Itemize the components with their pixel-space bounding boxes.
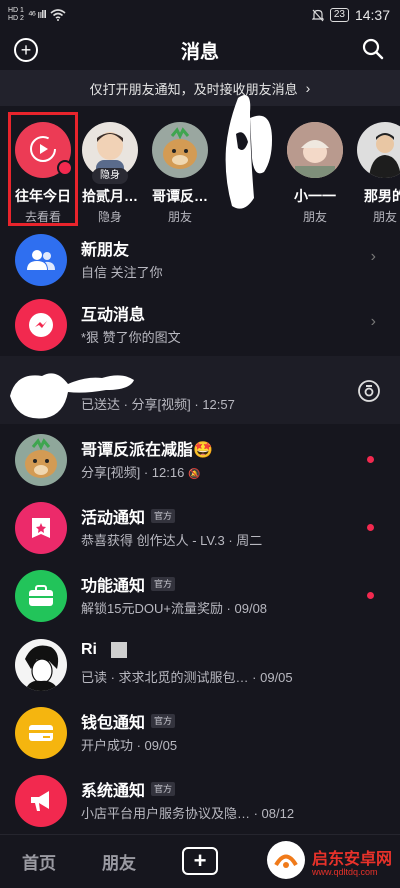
chevron-right-icon: › xyxy=(370,248,376,265)
plus-circle-icon[interactable]: + xyxy=(14,38,38,62)
row-title: Ri xyxy=(81,641,127,659)
megaphone-icon xyxy=(15,775,67,827)
story-sub: 朋友 xyxy=(167,210,192,224)
briefcase-icon xyxy=(15,570,67,622)
row-subtitle: 自信 关注了你 xyxy=(81,265,163,280)
sim1-label: HD 1 xyxy=(8,7,24,14)
battery-level: 23 xyxy=(329,8,349,22)
story-item-user[interactable]: 隐身 拾贰月… 隐身 xyxy=(74,116,146,226)
row-subtitle: *狠 赞了你的图文 xyxy=(81,330,181,345)
story-item-user[interactable]: 那男的 朋友 xyxy=(349,116,400,226)
watermark-brand: 启东安卓网 xyxy=(312,851,393,868)
avatar xyxy=(152,122,208,178)
star-badge-icon xyxy=(15,502,67,554)
row-subtitle: 分享[视频] · 12:16 🔕 xyxy=(81,465,201,480)
row-title: 活动通知 官方 xyxy=(81,504,176,528)
clock: 14:37 xyxy=(354,7,390,23)
list-item-new-friends[interactable]: 新朋友 自信 关注了你 › xyxy=(0,226,400,294)
sim2-label: HD 2 xyxy=(8,15,24,22)
row-title: 哥谭反派在减脂🤩 xyxy=(81,442,213,459)
unread-dot xyxy=(367,524,374,531)
official-badge: 官方 xyxy=(151,509,176,523)
row-title: 新朋友 xyxy=(81,242,130,259)
unread-dot xyxy=(367,592,374,599)
row-subtitle: 恭喜获得 创作达人 - LV.3 · 周二 xyxy=(81,533,263,548)
list-item-wallet-notice[interactable]: 钱包通知 官方 开户成功 · 09/05 xyxy=(0,699,400,767)
official-badge: 官方 xyxy=(151,577,176,591)
unread-dot xyxy=(367,456,374,463)
row-title: 互动消息 xyxy=(81,307,146,324)
avatar xyxy=(15,639,67,691)
wifi-icon xyxy=(50,9,66,21)
row-title: 钱包通知 官方 xyxy=(81,709,176,733)
row-subtitle: 已送达 · 分享[视频] · 12:57 xyxy=(81,397,235,412)
status-bar: HD 1 HD 2 ⁴⁶ ıılll 23 14:37 xyxy=(0,0,400,30)
row-subtitle: 小店平台用户服务协议及隐… · 08/12 xyxy=(81,806,295,821)
camera-icon[interactable] xyxy=(358,380,380,402)
page-title: 消息 xyxy=(180,41,219,63)
story-name: 拾贰月… xyxy=(82,188,138,204)
watermark-url: www.qdltdq.com xyxy=(312,867,378,877)
mute-bell-icon: 🔕 xyxy=(187,469,201,480)
list-item-interactions[interactable]: 互动消息 *狠 赞了你的图文 › xyxy=(0,291,400,359)
highlight-box xyxy=(8,112,78,226)
create-button[interactable]: + xyxy=(182,847,218,875)
status-right: 23 14:37 xyxy=(311,7,390,23)
redaction-scribble xyxy=(225,95,272,209)
top-bar: + 消息 xyxy=(0,30,400,70)
card-icon xyxy=(15,707,67,759)
tab-friends[interactable]: 朋友 xyxy=(102,849,136,874)
story-sub: 朋友 xyxy=(302,210,327,224)
row-subtitle: 已读 · 求求北觅的测试服包… · 09/05 xyxy=(81,670,293,685)
avatar xyxy=(357,122,400,178)
people-icon xyxy=(15,234,67,286)
search-icon[interactable] xyxy=(362,38,384,60)
official-badge: 官方 xyxy=(151,782,176,796)
chevron-right-icon: › xyxy=(370,313,376,330)
tab-home[interactable]: 首页 xyxy=(22,849,56,874)
row-subtitle: 解锁15元DOU+流量奖励 · 09/08 xyxy=(81,601,268,616)
official-badge: 官方 xyxy=(151,714,176,728)
story-sub: 隐身 xyxy=(97,210,122,224)
story-name: 哥谭反… xyxy=(152,188,208,204)
image-thumb-icon xyxy=(111,642,127,658)
bottom-tab-bar: 首页 朋友 + 启东安卓网 www.qdltdq.com xyxy=(0,834,400,888)
signal-icon: ⁴⁶ ıılll xyxy=(27,9,47,21)
row-subtitle: 开户成功 · 09/05 xyxy=(81,738,178,753)
list-item-activity-notice[interactable]: 活动通知 官方 恭喜获得 创作达人 - LV.3 · 周二 xyxy=(0,494,400,562)
row-title: 功能通知 官方 xyxy=(81,572,176,596)
mute-bell-icon xyxy=(311,9,324,21)
friend-notice-banner[interactable]: 仅打开朋友通知，及时接收朋友消息 › xyxy=(0,70,400,106)
list-item-system-notice[interactable]: 系统通知 官方 小店平台用户服务协议及隐… · 08/12 xyxy=(0,767,400,835)
story-item-user[interactable]: 哥谭反… 朋友 xyxy=(144,116,216,226)
story-sub: 朋友 xyxy=(372,210,397,224)
story-name: 那男的 xyxy=(364,188,400,204)
list-item-chat[interactable]: Ri 已读 · 求求北觅的测试服包… · 09/05 xyxy=(0,631,400,699)
avatar xyxy=(287,122,343,178)
list-item-chat-redacted[interactable]: 已送达 · 分享[视频] · 12:57 xyxy=(0,358,400,426)
avatar xyxy=(15,434,67,486)
status-left: HD 1 HD 2 ⁴⁶ ıılll xyxy=(8,7,66,23)
invisible-tag: 隐身 xyxy=(92,168,128,184)
lightning-chat-icon xyxy=(15,299,67,351)
story-name: 小一一 xyxy=(294,188,336,204)
list-item-chat[interactable]: 哥谭反派在减脂🤩 分享[视频] · 12:16 🔕 xyxy=(0,426,400,494)
list-item-feature-notice[interactable]: 功能通知 官方 解锁15元DOU+流量奖励 · 09/08 xyxy=(0,562,400,630)
chevron-right-icon: › xyxy=(305,80,311,96)
story-item-user[interactable]: 小一一 朋友 xyxy=(279,116,351,226)
row-title: 系统通知 官方 xyxy=(81,777,176,801)
